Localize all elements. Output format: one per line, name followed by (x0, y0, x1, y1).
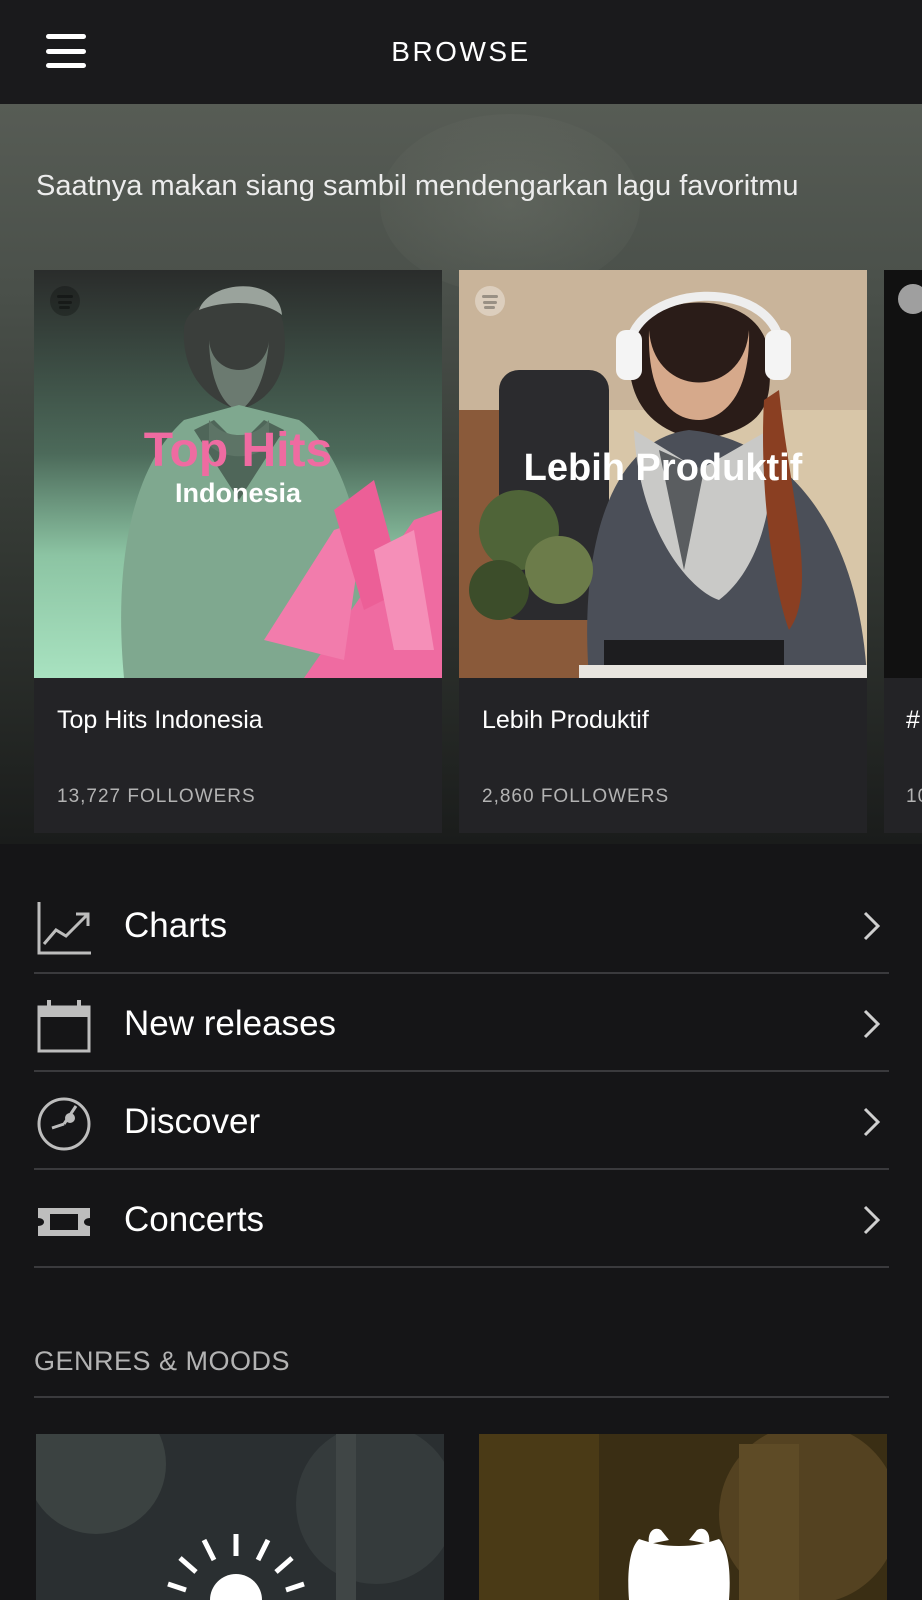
menu-item-new-releases[interactable]: New releases (34, 974, 889, 1072)
playlist-name: Top Hits Indonesia (57, 706, 263, 734)
chevron-right-icon (863, 1107, 881, 1137)
browse-menu: Charts New releases Discover Concerts (34, 876, 889, 1268)
cover-title-top-hits: Top Hits (144, 424, 332, 477)
playlist-cover-top-hits: Top Hits Indonesia (34, 270, 442, 678)
cover-subtitle-indonesia: Indonesia (175, 478, 302, 508)
hero-section: Saatnya makan siang sambil mendengarkan … (0, 104, 922, 844)
chevron-right-icon (863, 1009, 881, 1039)
chart-icon (37, 902, 91, 955)
hero-subtitle: Saatnya makan siang sambil mendengarkan … (36, 170, 799, 202)
playlist-followers: 2,860 FOLLOWERS (482, 786, 670, 807)
top-bar: BROWSE (0, 0, 922, 104)
ticket-icon (38, 1208, 90, 1236)
chevron-right-icon (863, 1205, 881, 1235)
playlist-name: # (906, 706, 920, 734)
menu-item-concerts[interactable]: Concerts (34, 1170, 889, 1268)
playlist-followers: 10 (906, 786, 922, 807)
playlist-cover-lebih-produktif: Lebih Produktif (459, 270, 867, 678)
genre-tile-1[interactable] (36, 1434, 444, 1600)
playlist-name: Lebih Produktif (482, 706, 649, 734)
menu-label: Discover (124, 1102, 261, 1141)
discover-icon (37, 1097, 91, 1151)
calendar-icon (37, 1000, 91, 1053)
spotify-logo-icon (50, 286, 80, 316)
playlist-info: # 10 (884, 678, 922, 833)
playlist-cover-partial (884, 270, 922, 678)
genre-tile-2[interactable] (479, 1434, 887, 1600)
spotify-logo-icon (898, 284, 922, 314)
browse-screen: BROWSE Saatnya makan siang sambil menden… (0, 0, 922, 1600)
divider (34, 1396, 889, 1398)
section-title-genres: GENRES & MOODS (34, 1346, 291, 1376)
menu-item-discover[interactable]: Discover (34, 1072, 889, 1170)
playlist-info: Top Hits Indonesia 13,727 FOLLOWERS (34, 678, 442, 833)
playlist-followers: 13,727 FOLLOWERS (57, 786, 256, 807)
playlist-info: Lebih Produktif 2,860 FOLLOWERS (459, 678, 867, 833)
chevron-right-icon (863, 911, 881, 941)
menu-label: Charts (124, 906, 228, 945)
menu-item-charts[interactable]: Charts (34, 876, 889, 974)
cover-title-lebih-produktif: Lebih Produktif (524, 447, 803, 489)
menu-icon[interactable] (46, 34, 86, 68)
menu-label: New releases (124, 1004, 337, 1043)
spotify-logo-icon (475, 286, 505, 316)
page-title: BROWSE (391, 36, 531, 67)
menu-label: Concerts (124, 1200, 265, 1239)
